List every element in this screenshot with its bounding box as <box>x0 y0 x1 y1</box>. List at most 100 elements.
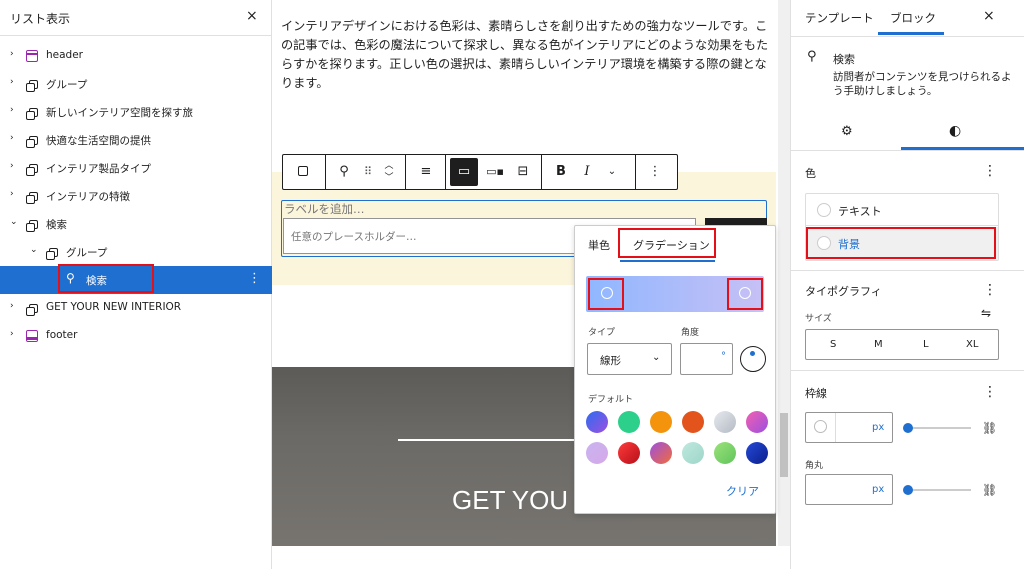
tab-solid[interactable]: 単色 <box>588 237 610 253</box>
gear-icon[interactable]: ⚙ <box>841 124 853 139</box>
chevron-right-icon[interactable]: › <box>10 161 14 171</box>
border-color-button[interactable] <box>806 413 836 442</box>
search-label-placeholder[interactable]: ラベルを追加… <box>284 201 365 217</box>
close-icon[interactable]: × <box>983 8 995 24</box>
tab-template[interactable]: テンプレート <box>805 10 874 26</box>
list-item-group[interactable]: › グループ <box>0 70 272 98</box>
color-swatch[interactable] <box>714 411 736 433</box>
chevron-down-icon[interactable]: ⌄ <box>10 217 18 227</box>
footer-icon <box>26 330 38 342</box>
intro-paragraph[interactable]: インテリアデザインにおける色彩は、素晴らしさを創り出すための強力なツールです。こ… <box>281 17 776 93</box>
list-view-header: リスト表示 × <box>0 0 272 36</box>
italic-button[interactable]: I <box>579 155 595 189</box>
color-swatch[interactable] <box>746 411 768 433</box>
chevron-right-icon[interactable]: › <box>10 77 14 87</box>
color-swatch[interactable] <box>618 411 640 433</box>
group-icon <box>46 248 58 260</box>
list-item-group[interactable]: ⌄ グループ <box>0 238 272 266</box>
chevron-right-icon[interactable]: › <box>10 301 14 311</box>
drag-handle-icon[interactable]: ⠿ <box>359 155 377 189</box>
list-item-comfort-space[interactable]: › 快適な生活空間の提供 <box>0 126 272 154</box>
list-view-title: リスト表示 <box>10 12 71 26</box>
list-item-footer[interactable]: › footer <box>0 322 272 350</box>
size-label: サイズ <box>805 314 832 324</box>
clear-button[interactable]: クリア <box>726 483 759 499</box>
scrollbar-thumb[interactable] <box>780 413 788 477</box>
border-radius-slider-thumb[interactable] <box>903 485 913 495</box>
button-outside-icon[interactable]: ▭ <box>450 158 478 186</box>
link-icon[interactable]: ⛓ <box>982 483 997 497</box>
color-swatch[interactable] <box>746 442 768 464</box>
link-icon[interactable]: ⛓ <box>982 421 997 435</box>
group-icon <box>26 164 38 176</box>
group-icon <box>26 136 38 148</box>
item-options-icon[interactable]: ⋮ <box>248 271 261 286</box>
chevron-down-icon[interactable]: ⌄ <box>30 245 38 255</box>
list-item-label: footer <box>46 329 78 341</box>
color-options-icon[interactable]: ⋮ <box>983 163 997 179</box>
chevron-right-icon[interactable]: › <box>10 189 14 199</box>
move-up-down-icon[interactable]: ︿ ﹀ <box>381 155 397 189</box>
bold-button[interactable]: B <box>551 155 571 189</box>
border-width-input[interactable]: px <box>805 412 893 443</box>
border-radius-slider-track[interactable] <box>907 489 971 491</box>
parent-block-icon[interactable] <box>287 155 319 189</box>
typography-options-icon[interactable]: ⋮ <box>983 282 997 298</box>
angle-dial[interactable] <box>740 346 766 372</box>
color-swatch[interactable] <box>586 411 608 433</box>
tab-block-underline <box>878 32 944 35</box>
tab-block[interactable]: ブロック <box>890 10 936 26</box>
chevron-right-icon[interactable]: › <box>10 105 14 115</box>
highlight-box <box>588 278 624 310</box>
angle-input[interactable]: ° <box>680 343 733 375</box>
search-block-icon[interactable]: ⚲ <box>333 155 355 189</box>
color-swatch[interactable] <box>650 411 672 433</box>
chevron-right-icon[interactable]: › <box>10 329 14 339</box>
list-item-header[interactable]: › header <box>0 42 272 70</box>
styles-icon[interactable]: ◐ <box>949 123 961 139</box>
list-item-interior-features[interactable]: › インテリアの特徴 <box>0 182 272 210</box>
typography-heading: タイポグラフィ <box>805 285 882 298</box>
list-item-label: グループ <box>46 79 88 91</box>
cover-title[interactable]: GET YOU <box>452 485 568 516</box>
no-color-icon <box>814 420 827 433</box>
border-options-icon[interactable]: ⋮ <box>983 384 997 400</box>
color-swatch[interactable] <box>682 442 704 464</box>
list-item-new-interior-journey[interactable]: › 新しいインテリア空間を探す旅 <box>0 98 272 126</box>
border-width-slider-track[interactable] <box>907 427 971 429</box>
button-inside-icon[interactable]: ▭▪ <box>484 155 506 189</box>
list-item-label: 新しいインテリア空間を探す旅 <box>46 107 193 119</box>
font-size-picker: S M L XL <box>805 329 999 360</box>
chevron-right-icon[interactable]: › <box>10 49 14 59</box>
color-swatch[interactable] <box>714 442 736 464</box>
close-icon[interactable]: × <box>246 8 258 24</box>
size-option-s[interactable]: S <box>830 339 836 350</box>
border-width-slider-thumb[interactable] <box>903 423 913 433</box>
size-option-l[interactable]: L <box>923 339 929 350</box>
list-item-interior-product-types[interactable]: › インテリア製品タイプ <box>0 154 272 182</box>
gradient-type-select[interactable]: 線形 ⌄ <box>587 343 672 375</box>
color-swatch[interactable] <box>586 442 608 464</box>
chevron-down-icon[interactable]: ⌄ <box>603 155 621 189</box>
border-radius-unit: px <box>872 484 885 495</box>
list-item-search[interactable]: ⌄ 検索 <box>0 210 272 238</box>
list-item-get-your-new-interior[interactable]: › GET YOUR NEW INTERIOR <box>0 294 272 322</box>
border-heading: 枠線 <box>805 387 827 400</box>
border-radius-input[interactable]: px <box>805 474 893 505</box>
color-swatch[interactable] <box>682 411 704 433</box>
gradient-type-value: 線形 <box>600 355 621 367</box>
size-option-m[interactable]: M <box>874 339 883 350</box>
align-icon[interactable]: ≡ <box>415 155 437 189</box>
chevron-right-icon[interactable]: › <box>10 133 14 143</box>
canvas-scrollbar[interactable] <box>778 0 790 546</box>
size-settings-icon[interactable]: ⇋ <box>981 306 991 320</box>
angle-unit: ° <box>721 351 726 362</box>
more-options-icon[interactable]: ⋮ <box>643 155 667 189</box>
color-text-item[interactable]: テキスト <box>806 194 998 226</box>
angle-label: 角度 <box>681 328 700 338</box>
no-button-icon[interactable]: ⊟ <box>512 155 534 189</box>
color-swatch[interactable] <box>618 442 640 464</box>
size-option-xl[interactable]: XL <box>966 339 978 350</box>
color-swatch[interactable] <box>650 442 672 464</box>
type-label: タイプ <box>588 328 616 338</box>
